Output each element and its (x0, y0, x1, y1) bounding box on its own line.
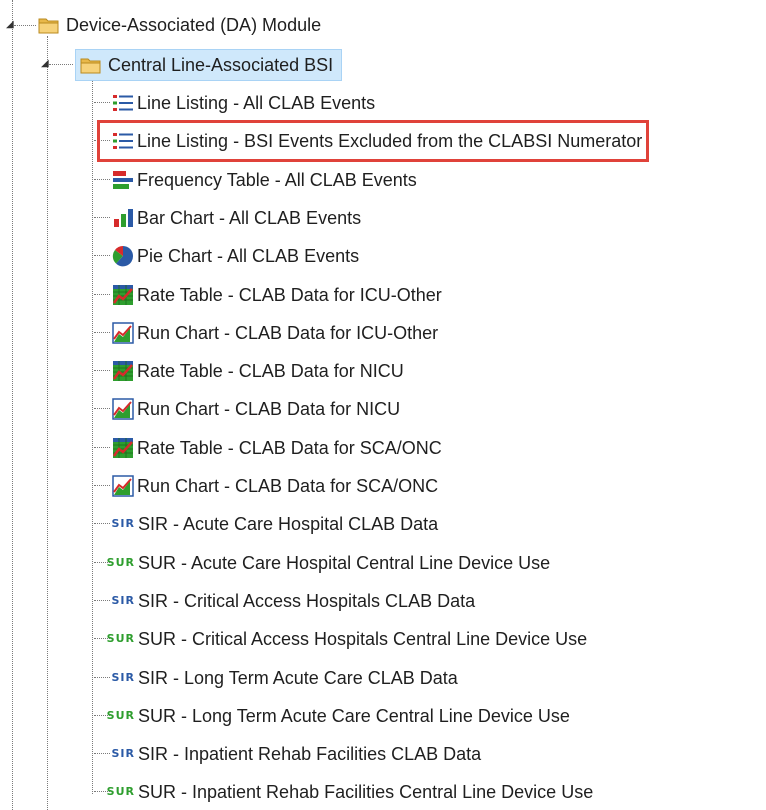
tree-item-report[interactable]: SUR SUR - Inpatient Rehab Facilities Cent… (103, 777, 597, 807)
sir-icon: SIR (111, 671, 135, 684)
tree-item-report[interactable]: Run Chart - CLAB Data for ICU-Other (112, 318, 442, 348)
tree-item-report[interactable]: SIR SIR - Acute Care Hospital CLAB Data (103, 509, 442, 539)
line-listing-icon (112, 130, 134, 152)
tree-item-report[interactable]: SIR SIR - Long Term Acute Care CLAB Data (103, 663, 462, 693)
tree-item-label: Rate Table - CLAB Data for NICU (137, 361, 404, 381)
tree-item-label: Frequency Table - All CLAB Events (137, 170, 417, 190)
tree-item-label: SIR - Inpatient Rehab Facilities CLAB Da… (138, 744, 482, 764)
tree-item-label: SUR - Acute Care Hospital Central Line D… (138, 553, 551, 573)
folder-icon (80, 54, 102, 76)
tree-node-label: Device-Associated (DA) Module (66, 15, 322, 35)
tree-item-report[interactable]: SUR SUR - Acute Care Hospital Central Lin… (103, 548, 554, 578)
tree-item-report[interactable]: Rate Table - CLAB Data for SCA/ONC (112, 433, 446, 463)
tree-node-central-line-bsi[interactable]: Central Line-Associated BSI (75, 49, 343, 81)
tree-item-label: SUR - Critical Access Hospitals Central … (138, 629, 588, 649)
run-chart-icon (112, 322, 134, 344)
tree-item-report[interactable]: SUR SUR - Long Term Acute Care Central Li… (103, 701, 574, 731)
tree-item-report[interactable]: SUR SUR - Critical Access Hospitals Centr… (103, 624, 591, 654)
tree-item-label: SIR - Critical Access Hospitals CLAB Dat… (138, 591, 476, 611)
tree-item-label: Rate Table - CLAB Data for SCA/ONC (137, 438, 442, 458)
tree-item-label: Rate Table - CLAB Data for ICU-Other (137, 285, 442, 305)
rate-table-icon (112, 360, 134, 382)
tree-guide-item-branch (94, 255, 110, 256)
rate-table-icon (112, 284, 134, 306)
folder-icon (38, 14, 60, 36)
tree-item-label: SIR - Acute Care Hospital CLAB Data (138, 514, 439, 534)
sir-icon: SIR (111, 747, 135, 760)
tree-guide-item-branch (94, 332, 110, 333)
tree-guide-item-branch (94, 447, 110, 448)
tree-item-report[interactable]: SIR SIR - Inpatient Rehab Facilities CLAB… (103, 739, 485, 769)
tree-guide-item-branch (94, 102, 110, 103)
sur-icon: SUR (106, 785, 135, 798)
tree-item-report[interactable]: Run Chart - CLAB Data for SCA/ONC (112, 471, 442, 501)
tree-node-da-module[interactable]: Device-Associated (DA) Module (38, 10, 325, 40)
tree-item-label: Pie Chart - All CLAB Events (137, 246, 360, 266)
tree-node-label: Central Line-Associated BSI (108, 55, 334, 75)
sur-icon: SUR (106, 709, 135, 722)
group-expander-icon[interactable]: ◢ (41, 59, 49, 69)
tree-guide-item-branch (94, 179, 110, 180)
sir-icon: SIR (111, 594, 135, 607)
tree-guide-group (92, 76, 93, 794)
run-chart-icon (112, 475, 134, 497)
tree-item-label: Run Chart - CLAB Data for SCA/ONC (137, 476, 439, 496)
tree-item-report[interactable]: Line Listing - BSI Events Excluded from … (96, 120, 650, 162)
line-listing-icon (112, 92, 134, 114)
sir-icon: SIR (111, 517, 135, 530)
frequency-table-icon (112, 169, 134, 191)
tree-guide-item-branch (94, 485, 110, 486)
rate-table-icon (112, 437, 134, 459)
tree-item-report[interactable]: SIR SIR - Critical Access Hospitals CLAB … (103, 586, 479, 616)
tree-item-label: Run Chart - CLAB Data for ICU-Other (137, 323, 439, 343)
tree-item-label: SUR - Inpatient Rehab Facilities Central… (138, 782, 594, 802)
tree-item-label: SUR - Long Term Acute Care Central Line … (138, 706, 570, 726)
tree-item-report[interactable]: Rate Table - CLAB Data for NICU (112, 356, 408, 386)
tree-guide-item-branch (94, 217, 110, 218)
sur-icon: SUR (106, 556, 135, 569)
tree-guide-module-branch (14, 25, 36, 26)
tree-item-report[interactable]: Rate Table - CLAB Data for ICU-Other (112, 280, 446, 310)
tree-guide-item-branch (94, 294, 110, 295)
tree-guide-module (47, 36, 48, 810)
tree-item-label: Run Chart - CLAB Data for NICU (137, 399, 401, 419)
module-expander-icon[interactable]: ◢ (6, 20, 14, 30)
tree-guide-root (12, 0, 13, 810)
tree-item-label: Bar Chart - All CLAB Events (137, 208, 362, 228)
pie-chart-icon (112, 245, 134, 267)
tree-guide-group-branch (49, 64, 73, 65)
tree-item-report[interactable]: Line Listing - All CLAB Events (112, 88, 379, 118)
tree-guide-item-branch (94, 408, 110, 409)
tree-item-report[interactable]: Bar Chart - All CLAB Events (112, 203, 365, 233)
bar-chart-icon (112, 207, 134, 229)
tree-item-report[interactable]: Frequency Table - All CLAB Events (112, 165, 421, 195)
tree-item-report[interactable]: Run Chart - CLAB Data for NICU (112, 394, 404, 424)
tree-item-report[interactable]: Pie Chart - All CLAB Events (112, 241, 363, 271)
tree-guide-item-branch (94, 370, 110, 371)
report-tree: ◢ ◢ Device-Associated (DA) Module Centra… (0, 0, 766, 810)
sur-icon: SUR (106, 632, 135, 645)
tree-item-label: Line Listing - All CLAB Events (137, 93, 376, 113)
run-chart-icon (112, 398, 134, 420)
tree-item-label: SIR - Long Term Acute Care CLAB Data (138, 668, 458, 688)
tree-item-label: Line Listing - BSI Events Excluded from … (137, 131, 643, 151)
